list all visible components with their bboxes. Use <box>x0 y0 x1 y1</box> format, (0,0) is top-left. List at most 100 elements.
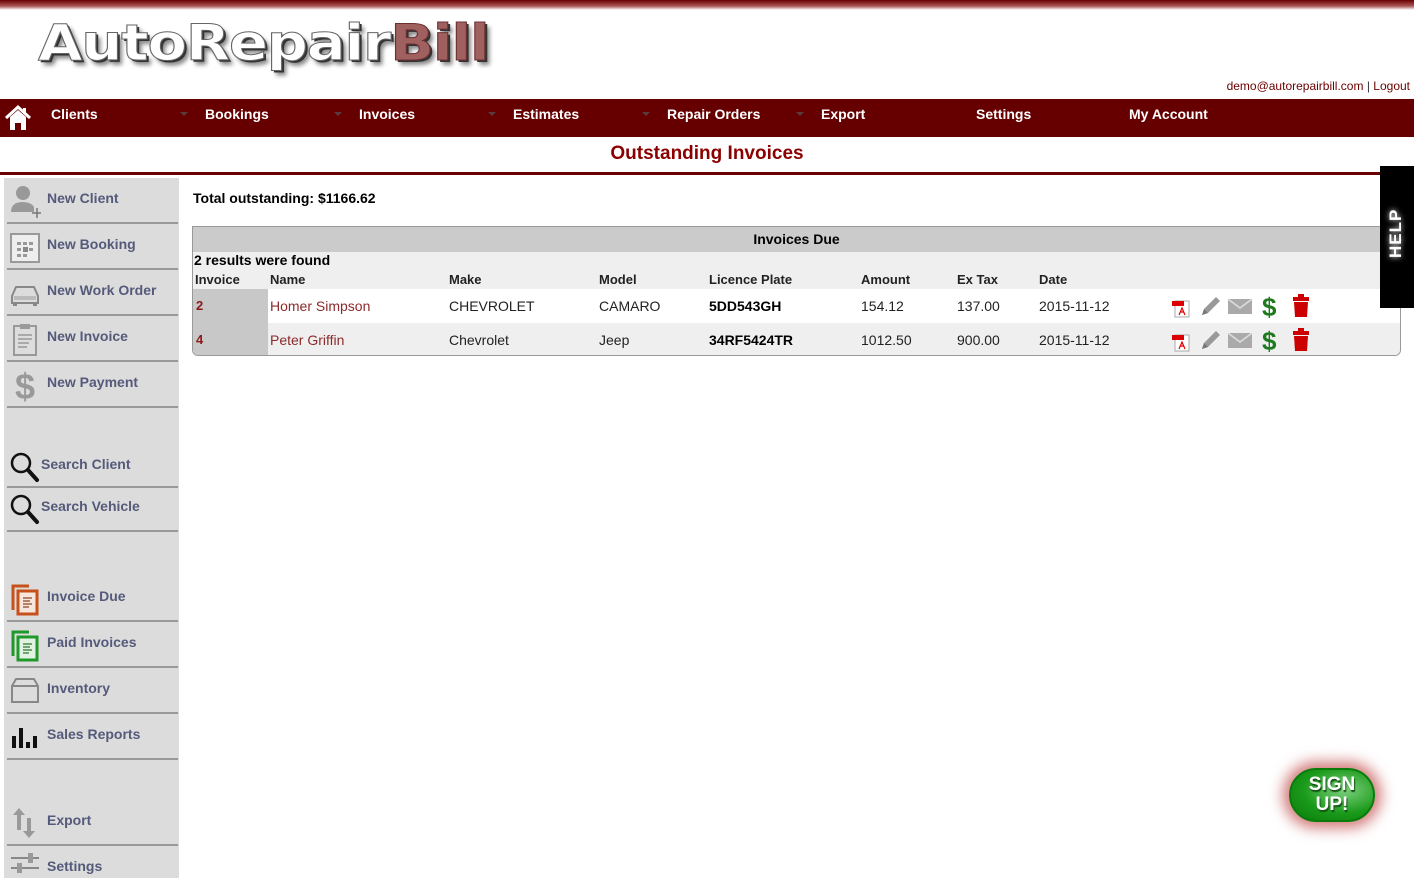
chevron-down-icon[interactable] <box>334 112 342 116</box>
invoice-cell-bg <box>193 289 268 323</box>
column-header-licence-plate[interactable]: Licence Plate <box>709 272 792 287</box>
bar-chart-icon <box>12 728 37 748</box>
sidebar-item-export[interactable]: Export <box>7 800 178 846</box>
chevron-down-icon[interactable] <box>642 112 650 116</box>
sidebar-item-label: Search Vehicle <box>41 498 140 514</box>
top-gradient-bar <box>0 0 1414 10</box>
svg-text:$: $ <box>1262 327 1277 353</box>
sidebar-item-label: Export <box>47 812 92 828</box>
dollar-icon: $ <box>15 368 35 402</box>
edit-pencil-icon[interactable] <box>1198 293 1222 319</box>
sidebar-item-settings[interactable]: Settings <box>7 846 178 892</box>
invoices-due-panel: Invoices Due 2 results were found Invoic… <box>192 226 1401 356</box>
user-email-link[interactable]: demo@autorepairbill.com <box>1227 79 1364 93</box>
sidebar-item-label: Invoice Due <box>47 588 126 604</box>
signup-button[interactable]: SIGN UP! <box>1289 768 1375 822</box>
amount: 1012.50 <box>861 332 912 348</box>
clipboard-icon <box>13 324 37 356</box>
home-icon[interactable] <box>4 104 32 132</box>
column-header-make[interactable]: Make <box>449 272 482 287</box>
vehicle-make: Chevrolet <box>449 332 509 348</box>
box-icon <box>11 678 39 703</box>
delete-trash-icon[interactable] <box>1289 293 1313 319</box>
sidebar-item-invoice-due[interactable]: Invoice Due <box>7 576 178 622</box>
results-count: 2 results were found <box>194 252 331 268</box>
sidebar-item-paid-invoices[interactable]: Paid Invoices <box>7 622 178 668</box>
nav-estimates[interactable]: Estimates <box>513 99 579 137</box>
column-header-amount[interactable]: Amount <box>861 272 910 287</box>
sidebar-item-new-work-order[interactable]: New Work Order <box>7 270 178 316</box>
app-logo[interactable]: AutoRepairBill <box>37 14 491 73</box>
nav-clients[interactable]: Clients <box>51 99 98 137</box>
sidebar-item-label: Inventory <box>47 680 111 696</box>
sidebar-item-label: New Client <box>47 190 119 206</box>
edit-pencil-icon[interactable] <box>1198 327 1222 353</box>
sidebar-item-label: Sales Reports <box>47 726 141 742</box>
client-name-link[interactable]: Homer Simpson <box>270 298 370 314</box>
sidebar-item-label: Settings <box>47 858 103 874</box>
paid-invoices-icon <box>11 630 39 662</box>
table-row: 2 Homer Simpson CHEVROLET CAMARO 5DD543G… <box>193 289 1400 323</box>
sidebar-item-new-invoice[interactable]: New Invoice <box>7 316 178 362</box>
sidebar-item-inventory[interactable]: Inventory <box>7 668 178 714</box>
chevron-down-icon[interactable] <box>180 112 188 116</box>
total-outstanding: Total outstanding: $1166.62 <box>193 190 376 206</box>
nav-export[interactable]: Export <box>821 99 865 137</box>
delete-trash-icon[interactable] <box>1289 327 1313 353</box>
vehicle-model: Jeep <box>599 332 630 348</box>
help-tab[interactable]: HELP <box>1380 166 1414 308</box>
sidebar-item-label: New Work Order <box>47 282 157 298</box>
email-icon[interactable] <box>1227 327 1253 353</box>
sidebar-item-new-booking[interactable]: New Booking <box>7 224 178 270</box>
licence-plate: 34RF5424TR <box>709 332 794 348</box>
panel-title: Invoices Due <box>193 227 1400 252</box>
main-nav: Clients Bookings Invoices Estimates Repa… <box>0 99 1414 137</box>
pdf-icon[interactable] <box>1170 327 1194 353</box>
sidebar-item-sales-reports[interactable]: Sales Reports <box>7 714 178 760</box>
nav-bookings[interactable]: Bookings <box>205 99 269 137</box>
search-icon <box>10 452 39 482</box>
sidebar-item-label: New Payment <box>47 374 139 390</box>
invoice-cell-bg <box>193 323 268 355</box>
column-header-ex-tax[interactable]: Ex Tax <box>957 272 998 287</box>
svg-text:$: $ <box>1262 293 1277 319</box>
nav-settings[interactable]: Settings <box>976 99 1031 137</box>
client-name-link[interactable]: Peter Griffin <box>270 332 344 348</box>
column-header-name[interactable]: Name <box>270 272 305 287</box>
vehicle-model: CAMARO <box>599 298 661 314</box>
logo-text-autorepair: AutoRepair <box>37 14 392 73</box>
column-header-invoice[interactable]: Invoice <box>195 272 240 287</box>
vehicle-make: CHEVROLET <box>449 298 535 314</box>
user-bar: demo@autorepairbill.com | Logout <box>1227 79 1410 93</box>
sidebar-item-label: New Invoice <box>47 328 128 344</box>
nav-invoices[interactable]: Invoices <box>359 99 415 137</box>
email-icon[interactable] <box>1227 293 1253 319</box>
svg-text:$: $ <box>15 368 35 402</box>
sidebar-item-new-client[interactable]: New Client <box>7 178 178 224</box>
sidebar-item-label: Paid Invoices <box>47 634 137 650</box>
sidebar-item-new-payment[interactable]: $ New Payment <box>7 362 178 408</box>
signup-line1: SIGN <box>1308 774 1356 795</box>
sliders-icon <box>11 853 39 873</box>
chevron-down-icon[interactable] <box>796 112 804 116</box>
pdf-icon[interactable] <box>1170 293 1194 319</box>
nav-my-account[interactable]: My Account <box>1129 99 1208 137</box>
user-separator: | <box>1366 79 1370 93</box>
payment-dollar-icon[interactable]: $ <box>1259 293 1283 319</box>
chevron-down-icon[interactable] <box>488 112 496 116</box>
add-user-icon <box>11 186 41 218</box>
nav-repair-orders[interactable]: Repair Orders <box>667 99 760 137</box>
licence-plate: 5DD543GH <box>709 298 782 314</box>
calendar-icon <box>10 233 40 263</box>
invoice-number[interactable]: 2 <box>196 298 203 313</box>
logo-text-bill: Bill <box>390 14 491 73</box>
sidebar-item-search-client[interactable]: Search Client <box>7 444 178 488</box>
column-header-model[interactable]: Model <box>599 272 637 287</box>
sidebar-item-label: Search Client <box>41 456 131 472</box>
column-header-date[interactable]: Date <box>1039 272 1067 287</box>
payment-dollar-icon[interactable]: $ <box>1259 327 1283 353</box>
sidebar-item-search-vehicle[interactable]: Search Vehicle <box>7 488 178 532</box>
help-label: HELP <box>1386 208 1405 258</box>
logout-link[interactable]: Logout <box>1373 79 1410 93</box>
invoice-number[interactable]: 4 <box>196 332 203 347</box>
